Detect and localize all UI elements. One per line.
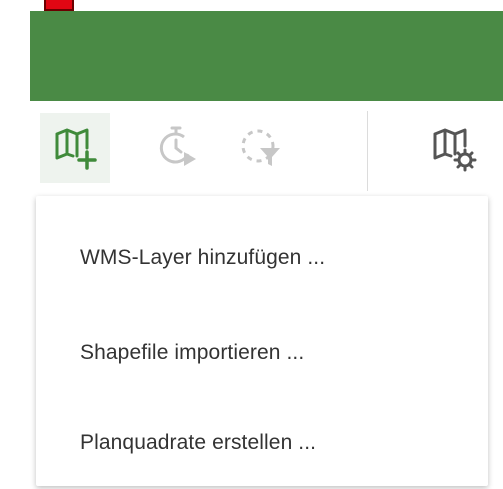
red-marker bbox=[44, 0, 74, 11]
header-bar bbox=[30, 11, 503, 101]
map-toolbar bbox=[30, 101, 503, 196]
dashed-circle-filter-icon bbox=[241, 129, 280, 166]
timer-play-button[interactable] bbox=[143, 113, 213, 183]
map-add-icon bbox=[55, 128, 97, 170]
menu-item-import-shapefile[interactable]: Shapefile importieren ... bbox=[36, 317, 488, 407]
menu-item-create-grid[interactable]: Planquadrate erstellen ... bbox=[36, 407, 488, 489]
add-layer-dropdown: WMS-Layer hinzufügen ... Shapefile impor… bbox=[36, 196, 488, 486]
filter-selection-button[interactable] bbox=[225, 113, 295, 183]
toolbar-divider bbox=[367, 111, 368, 191]
add-layer-button[interactable] bbox=[40, 113, 110, 183]
map-settings-icon bbox=[433, 128, 477, 172]
timer-play-icon bbox=[159, 126, 196, 166]
app-window: WMS-Layer hinzufügen ... Shapefile impor… bbox=[0, 0, 503, 489]
map-settings-button[interactable] bbox=[418, 113, 488, 183]
menu-item-wms-layer[interactable]: WMS-Layer hinzufügen ... bbox=[36, 224, 488, 317]
